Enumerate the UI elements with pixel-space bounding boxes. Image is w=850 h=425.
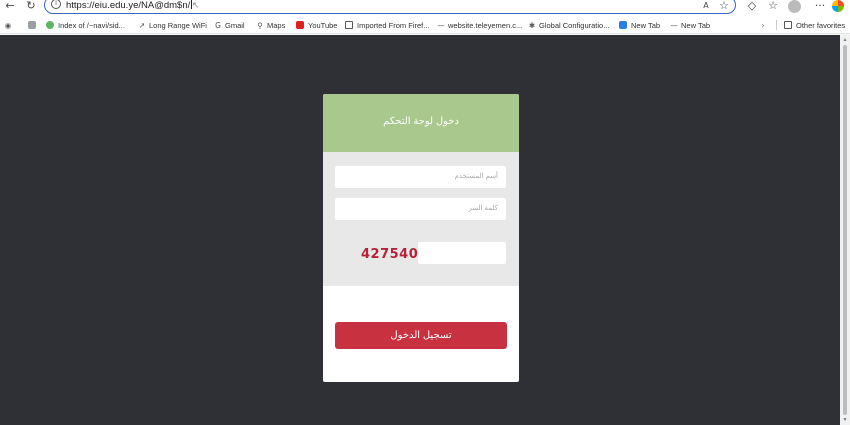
password-input[interactable]: كلمة السر <box>335 198 506 220</box>
captcha-input[interactable] <box>418 242 506 264</box>
refresh-icon[interactable]: ↻ <box>24 0 38 14</box>
dash-icon: — <box>437 21 445 30</box>
new-tab-icon <box>619 21 627 29</box>
favorite-item[interactable]: ↗ Long Range WiFi <box>138 20 207 31</box>
captcha-code: 427540 <box>361 247 419 262</box>
google-icon: G <box>215 21 221 30</box>
scrollbar[interactable]: ▲ ▼ <box>840 35 850 425</box>
chevron-right-icon[interactable]: › <box>759 20 770 31</box>
favorite-item[interactable]: Imported From Firef... <box>345 20 430 31</box>
star-icon[interactable]: ☆ <box>717 0 731 14</box>
favorite-item[interactable]: G Gmail <box>214 20 245 31</box>
login-button[interactable]: تسجيل الدخول <box>335 322 507 349</box>
copilot-icon[interactable] <box>832 0 844 12</box>
extensions-icon[interactable]: ◇ <box>745 0 759 14</box>
dash-icon: — <box>670 21 678 30</box>
profile-avatar[interactable] <box>788 0 801 13</box>
browser-toolbar: ← ↻ i https://eiu.edu.ye/NA@dm$n/ ↖ A ☆ … <box>0 0 850 16</box>
green-circle-icon <box>46 21 54 29</box>
favorites-icon[interactable]: ☆ <box>766 0 780 14</box>
gear-leaf-icon: ✱ <box>528 21 536 30</box>
favorites-bar: ◉ Index of /~navi/sid... ↗ Long Range WiF… <box>0 16 850 34</box>
more-menu-icon[interactable]: ··· <box>813 0 827 14</box>
username-input[interactable]: أسم المستخدم <box>335 166 506 188</box>
favorite-item[interactable]: — website.teleyemen.c... <box>437 20 522 31</box>
wifi-brand-icon: ↗ <box>138 21 146 30</box>
folder-icon <box>345 21 353 29</box>
password-placeholder: كلمة السر <box>468 205 498 212</box>
collections-icon[interactable]: ◉ <box>4 20 15 31</box>
login-title: دخول لوحة التحكم <box>383 116 459 127</box>
scroll-down-icon[interactable]: ▼ <box>842 417 848 423</box>
username-placeholder: أسم المستخدم <box>454 173 498 180</box>
favorite-item[interactable]: ⚲ Maps <box>256 20 285 31</box>
apps-icon[interactable] <box>28 20 40 31</box>
favorite-item[interactable]: New Tab <box>619 20 660 31</box>
favorite-item[interactable]: YouTube <box>296 20 337 31</box>
site-info-icon[interactable]: i <box>51 0 61 9</box>
login-form: أسم المستخدم كلمة السر 427540 <box>323 152 519 286</box>
read-aloud-icon[interactable]: A <box>699 0 713 14</box>
favorite-item[interactable]: — New Tab <box>670 20 710 31</box>
address-bar[interactable]: i https://eiu.edu.ye/NA@dm$n/ <box>44 0 736 14</box>
other-favorites[interactable]: Other favorites <box>784 20 845 31</box>
youtube-icon <box>296 21 304 29</box>
favorite-item[interactable]: ✱ Global Configuratio... <box>528 20 610 31</box>
map-pin-icon: ⚲ <box>257 21 263 30</box>
login-header: دخول لوحة التحكم <box>323 94 519 152</box>
scroll-thumb[interactable] <box>843 45 847 415</box>
mouse-pointer-icon: ↖ <box>192 0 200 10</box>
back-arrow-icon[interactable]: ← <box>3 0 17 14</box>
favorite-item[interactable]: Index of /~navi/sid... <box>46 20 125 31</box>
folder-icon <box>784 21 792 29</box>
divider <box>776 20 777 30</box>
page-viewport: دخول لوحة التحكم أسم المستخدم كلمة السر … <box>0 35 840 425</box>
scroll-up-icon[interactable]: ▲ <box>842 37 848 43</box>
login-card: دخول لوحة التحكم أسم المستخدم كلمة السر … <box>323 94 519 382</box>
url-text: https://eiu.edu.ye/NA@dm$n/ <box>66 0 191 11</box>
